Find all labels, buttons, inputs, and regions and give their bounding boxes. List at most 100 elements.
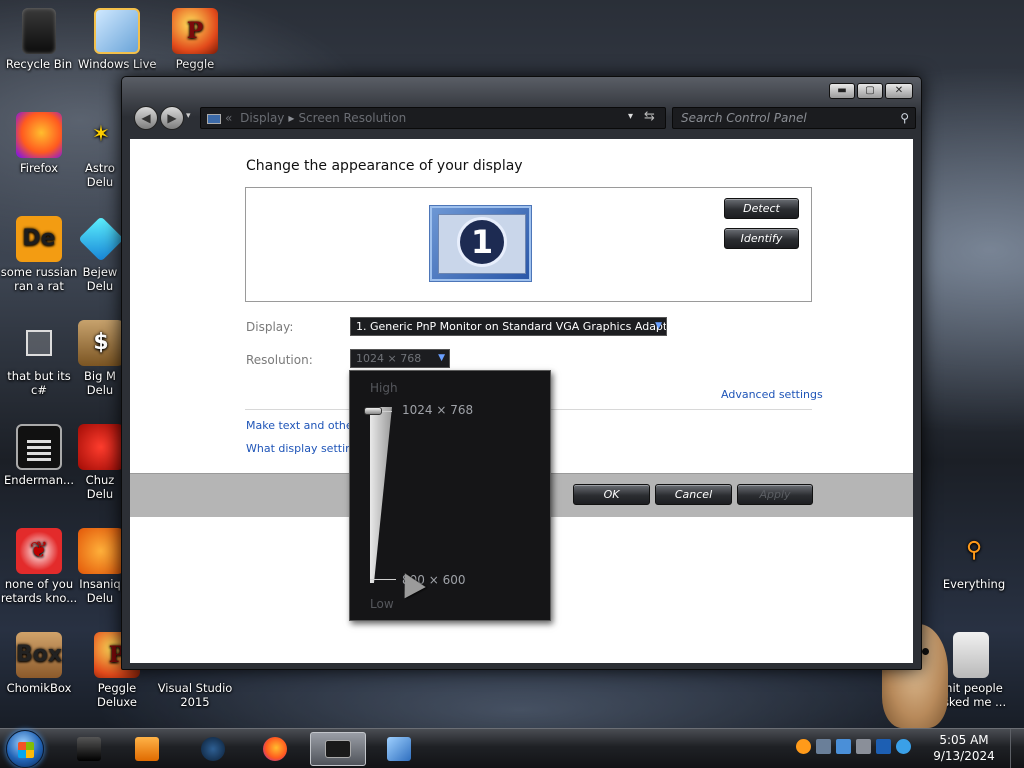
- chevron-down-icon: ▼: [655, 321, 662, 331]
- show-desktop-button[interactable]: [1010, 729, 1024, 768]
- close-button[interactable]: ✕: [885, 83, 913, 99]
- text-size-link[interactable]: Make text and other: [246, 419, 357, 432]
- address-bar[interactable]: « Display ▸ Screen Resolution: [200, 107, 666, 129]
- clock-date: 9/13/2024: [933, 749, 995, 763]
- resolution-slider-thumb[interactable]: [364, 407, 382, 415]
- chomikbox-icon: Box: [16, 632, 62, 678]
- search-tray-icon[interactable]: [796, 739, 811, 754]
- taskbar-clock[interactable]: 5:05 AM 9/13/2024: [922, 732, 1006, 764]
- start-button[interactable]: [6, 730, 44, 768]
- desktop-icon-label: some russian ran a rat: [0, 265, 78, 293]
- dragon-icon: ❦: [16, 528, 62, 574]
- desktop-icon-everything[interactable]: ⚲ Everything: [935, 528, 1013, 592]
- recycle-bin-icon: [22, 8, 56, 54]
- desktop-icon-astro[interactable]: ✶ Astro Delu: [78, 112, 122, 190]
- desktop-icon-label: Big M Delu: [84, 369, 116, 397]
- clock-time: 5:05 AM: [939, 733, 989, 747]
- desktop-icon-label: none of you retards kno...: [0, 577, 78, 605]
- media-player-icon: [135, 737, 159, 761]
- breadcrumb-screen-resolution[interactable]: Screen Resolution: [298, 111, 406, 125]
- windows-live-mail-icon: [94, 8, 140, 54]
- everything-search-icon: ⚲: [965, 538, 983, 563]
- desktop-icon-label: Chuz Delu: [85, 473, 115, 501]
- navigation-bar: ◀ ▶ ▾ « Display ▸ Screen Resolution ▾ ⇆ Se…: [130, 103, 916, 133]
- detect-button[interactable]: Detect: [724, 198, 799, 219]
- search-input[interactable]: Search Control Panel ⚲: [672, 107, 916, 129]
- taskbar-item-display-settings[interactable]: [310, 732, 366, 766]
- advanced-settings-link[interactable]: Advanced settings: [721, 388, 823, 401]
- desktop-icon-that-but-its-csharp[interactable]: that but its c#: [0, 320, 78, 397]
- display-label: Display:: [246, 320, 294, 334]
- desktop-icon-chuzzle[interactable]: Chuz Delu: [78, 424, 122, 501]
- copy-icon: [16, 320, 62, 366]
- monitor-arrangement-panel: 1 Detect Identify: [245, 187, 812, 302]
- hamster-eye: [922, 648, 929, 655]
- breadcrumb-display[interactable]: Display: [240, 111, 284, 125]
- refresh-icon[interactable]: ⇆: [644, 109, 655, 124]
- desktop-icon-label: Insaniq Delu: [79, 577, 121, 605]
- apply-button[interactable]: Apply: [737, 484, 813, 505]
- maximize-button[interactable]: ▢: [857, 83, 883, 99]
- taskbar-item-media-player[interactable]: [124, 732, 170, 766]
- desktop-icon-enderman[interactable]: Enderman...: [0, 424, 78, 487]
- desktop-icon-label: Visual Studio 2015: [157, 681, 233, 709]
- desktop-icon-windows-live-mail[interactable]: Windows Live Ma: [78, 8, 156, 85]
- control-panel-icon: [387, 737, 411, 761]
- desktop-icon-label: Recycle Bin: [5, 57, 73, 71]
- window-controls: ▬ ▢ ✕: [829, 83, 913, 99]
- resolution-label: Resolution:: [246, 353, 313, 367]
- desktop-icon-label: Astro Delu: [85, 161, 115, 189]
- device-tray-icon[interactable]: [836, 739, 851, 754]
- desktop-icon-bejeweled[interactable]: Bejew Delu: [78, 216, 122, 293]
- system-tray: [796, 739, 911, 754]
- desktop-icon-firefox[interactable]: Firefox: [0, 112, 78, 175]
- desktop-icon-label: Peggle: [175, 57, 215, 71]
- folder-icon: [953, 632, 989, 678]
- ok-button[interactable]: OK: [573, 484, 650, 505]
- network-tray-icon[interactable]: [816, 739, 831, 754]
- de-icon: De: [16, 216, 62, 262]
- cancel-button[interactable]: Cancel: [655, 484, 732, 505]
- minimize-button[interactable]: ▬: [829, 83, 855, 99]
- globe-icon: [201, 737, 225, 761]
- monitor-tray-icon[interactable]: [876, 739, 891, 754]
- resolution-slider-track[interactable]: [370, 407, 392, 583]
- display-select[interactable]: 1. Generic PnP Monitor on Standard VGA G…: [350, 317, 667, 336]
- recent-pages-dropdown[interactable]: ▾: [186, 111, 191, 121]
- taskbar-item-black-cube[interactable]: [66, 732, 112, 766]
- desktop-icon-insaniquarium[interactable]: Insaniq Delu: [78, 528, 122, 605]
- forward-button[interactable]: ▶: [160, 106, 184, 130]
- taskbar-item-firefox[interactable]: [252, 732, 298, 766]
- desktop-icon-dragon[interactable]: ❦ none of you retards kno...: [0, 528, 78, 605]
- address-dropdown-icon[interactable]: ▾: [628, 111, 633, 122]
- peggle-icon: P: [172, 8, 218, 54]
- volume-tray-icon[interactable]: [856, 739, 871, 754]
- monitor-1-thumbnail[interactable]: 1: [430, 206, 531, 281]
- address-prefix: «: [225, 111, 233, 125]
- control-panel-icon: [207, 113, 221, 124]
- identify-button[interactable]: Identify: [724, 228, 799, 249]
- black-cube-icon: [77, 737, 101, 761]
- search-icon[interactable]: ⚲: [900, 108, 909, 128]
- slider-low-label: Low: [370, 597, 394, 611]
- resolution-select-value: 1024 × 768: [356, 352, 422, 365]
- page-title: Change the appearance of your display: [246, 158, 523, 174]
- desktop-icon-recycle-bin[interactable]: Recycle Bin: [0, 8, 78, 71]
- taskbar-item-control-panel[interactable]: [376, 732, 422, 766]
- windows-logo-icon: [18, 742, 34, 758]
- back-button[interactable]: ◀: [134, 106, 158, 130]
- ie-tray-icon[interactable]: [896, 739, 911, 754]
- display-select-value: 1. Generic PnP Monitor on Standard VGA G…: [356, 320, 667, 333]
- firefox-icon: [263, 737, 287, 761]
- breadcrumb-separator: ▸: [288, 111, 295, 125]
- taskbar-item-globe[interactable]: [190, 732, 236, 766]
- desktop-icon-peggle[interactable]: P Peggle: [156, 8, 234, 71]
- display-settings-help-link[interactable]: What display settings: [246, 442, 365, 455]
- desktop-icon-chomikbox[interactable]: Box ChomikBox: [0, 632, 78, 695]
- firefox-icon: [16, 112, 62, 158]
- desktop-icon-de[interactable]: De some russian ran a rat: [0, 216, 78, 293]
- desktop-icon-big-money[interactable]: $ Big M Delu: [78, 320, 122, 397]
- desktop-icon-label: Peggle Deluxe: [97, 681, 137, 709]
- chuzzle-icon: [78, 424, 122, 470]
- resolution-select[interactable]: 1024 × 768 ▼: [350, 349, 450, 368]
